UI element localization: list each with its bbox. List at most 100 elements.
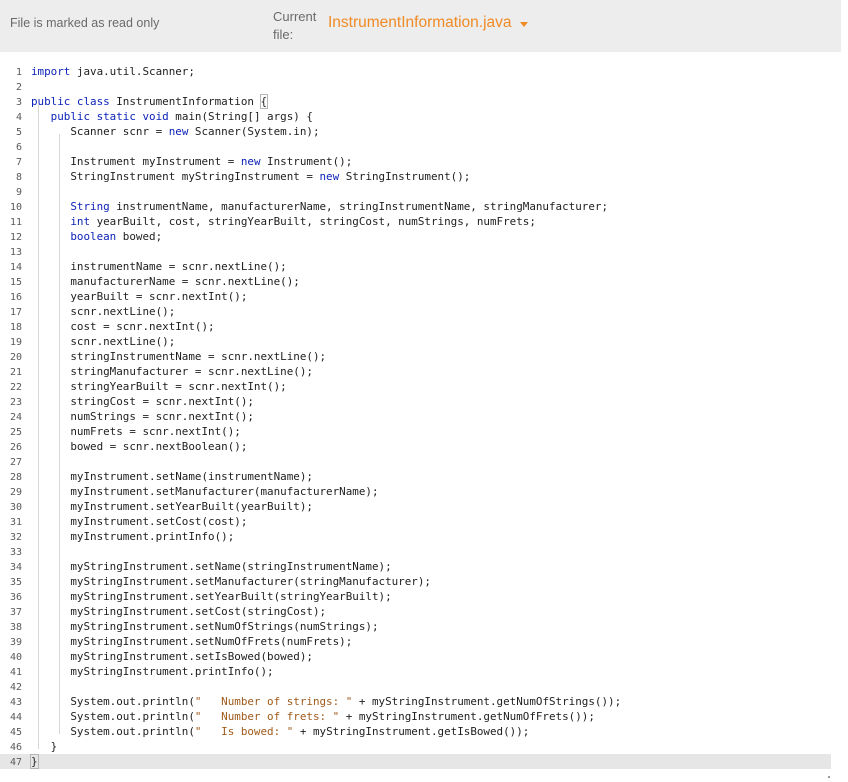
code-token: Scanner(System.in); [188, 125, 320, 138]
line-number: 10 [9, 202, 22, 213]
line-number: 34 [9, 562, 22, 573]
code-token: InstrumentInformation [109, 95, 261, 108]
line-number: 5 [15, 127, 22, 138]
code-line[interactable]: 4 public static void main(String[] args)… [0, 109, 831, 124]
code-token: } [31, 740, 58, 753]
line-number: 21 [9, 367, 22, 378]
code-line[interactable]: 35 myStringInstrument.setManufacturer(st… [0, 574, 831, 589]
code-token: myStringInstrument.setIsBowed(bowed); [31, 650, 313, 663]
code-editor[interactable]: 1 import java.util.Scanner; 2 3 public class… [0, 59, 831, 769]
line-number: 33 [9, 547, 22, 558]
code-line[interactable]: 27 [0, 454, 831, 469]
line-number: 18 [9, 322, 22, 333]
line-number: 42 [9, 682, 22, 693]
chevron-down-icon [519, 21, 528, 27]
code-line[interactable]: 37 myStringInstrument.setCost(stringCost… [0, 604, 831, 619]
code-line[interactable]: 7 Instrument myInstrument = new Instrume… [0, 154, 831, 169]
code-line[interactable]: 24 numStrings = scnr.nextInt(); [0, 409, 831, 424]
code-line[interactable]: 12 boolean bowed; [0, 229, 831, 244]
code-line[interactable]: 42 [0, 679, 831, 694]
code-line[interactable]: 23 stringCost = scnr.nextInt(); [0, 394, 831, 409]
code-token: myStringInstrument.printInfo(); [31, 665, 274, 678]
code-token: System.out.println( [31, 725, 195, 738]
code-line[interactable]: 40 myStringInstrument.setIsBowed(bowed); [0, 649, 831, 664]
line-number: 6 [15, 142, 22, 153]
code-line[interactable]: 1 import java.util.Scanner; [0, 64, 831, 79]
scrollbar[interactable] [828, 776, 830, 778]
code-line[interactable]: 41 myStringInstrument.printInfo(); [0, 664, 831, 679]
code-line[interactable]: 43 System.out.println(" Number of string… [0, 694, 831, 709]
code-line[interactable]: 15 manufacturerName = scnr.nextLine(); [0, 274, 831, 289]
code-line[interactable]: 2 [0, 79, 831, 94]
code-line[interactable]: 16 yearBuilt = scnr.nextInt(); [0, 289, 831, 304]
code-text: bowed = scnr.nextBoolean(); [31, 439, 247, 454]
code-line[interactable]: 11 int yearBuilt, cost, stringYearBuilt,… [0, 214, 831, 229]
code-text: public static void main(String[] args) { [31, 109, 313, 124]
code-token: myStringInstrument.setYearBuilt(stringYe… [31, 590, 392, 603]
line-number: 9 [15, 187, 22, 198]
code-line[interactable]: 19 scnr.nextLine(); [0, 334, 831, 349]
code-line[interactable]: 28 myInstrument.setName(instrumentName); [0, 469, 831, 484]
line-number: 41 [9, 667, 22, 678]
code-text: System.out.println(" Number of frets: " … [31, 709, 595, 724]
code-token: Instrument(); [260, 155, 353, 168]
code-line[interactable]: 17 scnr.nextLine(); [0, 304, 831, 319]
code-line[interactable]: 34 myStringInstrument.setName(stringInst… [0, 559, 831, 574]
line-number: 16 [9, 292, 22, 303]
code-text: cost = scnr.nextInt(); [31, 319, 215, 334]
line-number: 43 [9, 697, 22, 708]
code-token: myInstrument.printInfo(); [31, 530, 235, 543]
code-line[interactable]: 5 Scanner scnr = new Scanner(System.in); [0, 124, 831, 139]
code-line[interactable]: 3 public class InstrumentInformation { [0, 94, 831, 109]
code-token: myInstrument.setYearBuilt(yearBuilt); [31, 500, 313, 513]
code-line[interactable]: 9 [0, 184, 831, 199]
code-line[interactable]: 33 [0, 544, 831, 559]
keyword-token: public class [31, 95, 110, 108]
line-number: 30 [9, 502, 22, 513]
code-line[interactable]: 10 String instrumentName, manufacturerNa… [0, 199, 831, 214]
code-line[interactable]: 31 myInstrument.setCost(cost); [0, 514, 831, 529]
code-line[interactable]: 47} [0, 754, 831, 769]
code-line[interactable]: 39 myStringInstrument.setNumOfFrets(numF… [0, 634, 831, 649]
code-text: scnr.nextLine(); [31, 304, 175, 319]
code-line[interactable]: 45 System.out.println(" Is bowed: " + my… [0, 724, 831, 739]
line-number: 31 [9, 517, 22, 528]
code-line[interactable]: 20 stringInstrumentName = scnr.nextLine(… [0, 349, 831, 364]
code-token: myInstrument.setCost(cost); [31, 515, 248, 528]
code-line[interactable]: 29 myInstrument.setManufacturer(manufact… [0, 484, 831, 499]
code-line[interactable]: 18 cost = scnr.nextInt(); [0, 319, 831, 334]
code-text: stringInstrumentName = scnr.nextLine(); [31, 349, 326, 364]
code-line[interactable]: 14 instrumentName = scnr.nextLine(); [0, 259, 831, 274]
code-line[interactable]: 30 myInstrument.setYearBuilt(yearBuilt); [0, 499, 831, 514]
code-token: Instrument myInstrument = [31, 155, 241, 168]
code-text: boolean bowed; [31, 229, 162, 244]
code-text: myStringInstrument.setName(stringInstrum… [31, 559, 391, 574]
code-line[interactable]: 26 bowed = scnr.nextBoolean(); [0, 439, 831, 454]
code-token: cost = scnr.nextInt(); [31, 320, 215, 333]
code-text: numStrings = scnr.nextInt(); [31, 409, 254, 424]
code-line[interactable]: 8 StringInstrument myStringInstrument = … [0, 169, 831, 184]
code-line[interactable]: 22 stringYearBuilt = scnr.nextInt(); [0, 379, 831, 394]
code-text: myStringInstrument.setYearBuilt(stringYe… [31, 589, 392, 604]
code-token: scnr.nextLine(); [31, 305, 176, 318]
line-number: 1 [15, 67, 22, 78]
code-token: StringInstrument(); [339, 170, 471, 183]
code-text: manufacturerName = scnr.nextLine(); [31, 274, 300, 289]
code-text: myStringInstrument.setManufacturer(strin… [31, 574, 431, 589]
code-token: myStringInstrument.setCost(stringCost); [31, 605, 327, 618]
code-line[interactable]: 44 System.out.println(" Number of frets:… [0, 709, 831, 724]
code-line[interactable]: 46 } [0, 739, 831, 754]
code-line[interactable]: 32 myInstrument.printInfo(); [0, 529, 831, 544]
code-line[interactable]: 25 numFrets = scnr.nextInt(); [0, 424, 831, 439]
code-text: System.out.println(" Is bowed: " + myStr… [31, 724, 529, 739]
code-line[interactable]: 36 myStringInstrument.setYearBuilt(strin… [0, 589, 831, 604]
line-number: 24 [9, 412, 22, 423]
code-line[interactable]: 38 myStringInstrument.setNumOfStrings(nu… [0, 619, 831, 634]
code-line[interactable]: 6 [0, 139, 831, 154]
current-file-dropdown[interactable]: InstrumentInformation.java [328, 14, 528, 32]
code-line[interactable]: 13 [0, 244, 831, 259]
code-line[interactable]: 21 stringManufacturer = scnr.nextLine(); [0, 364, 831, 379]
code-text: StringInstrument myStringInstrument = ne… [31, 169, 470, 184]
